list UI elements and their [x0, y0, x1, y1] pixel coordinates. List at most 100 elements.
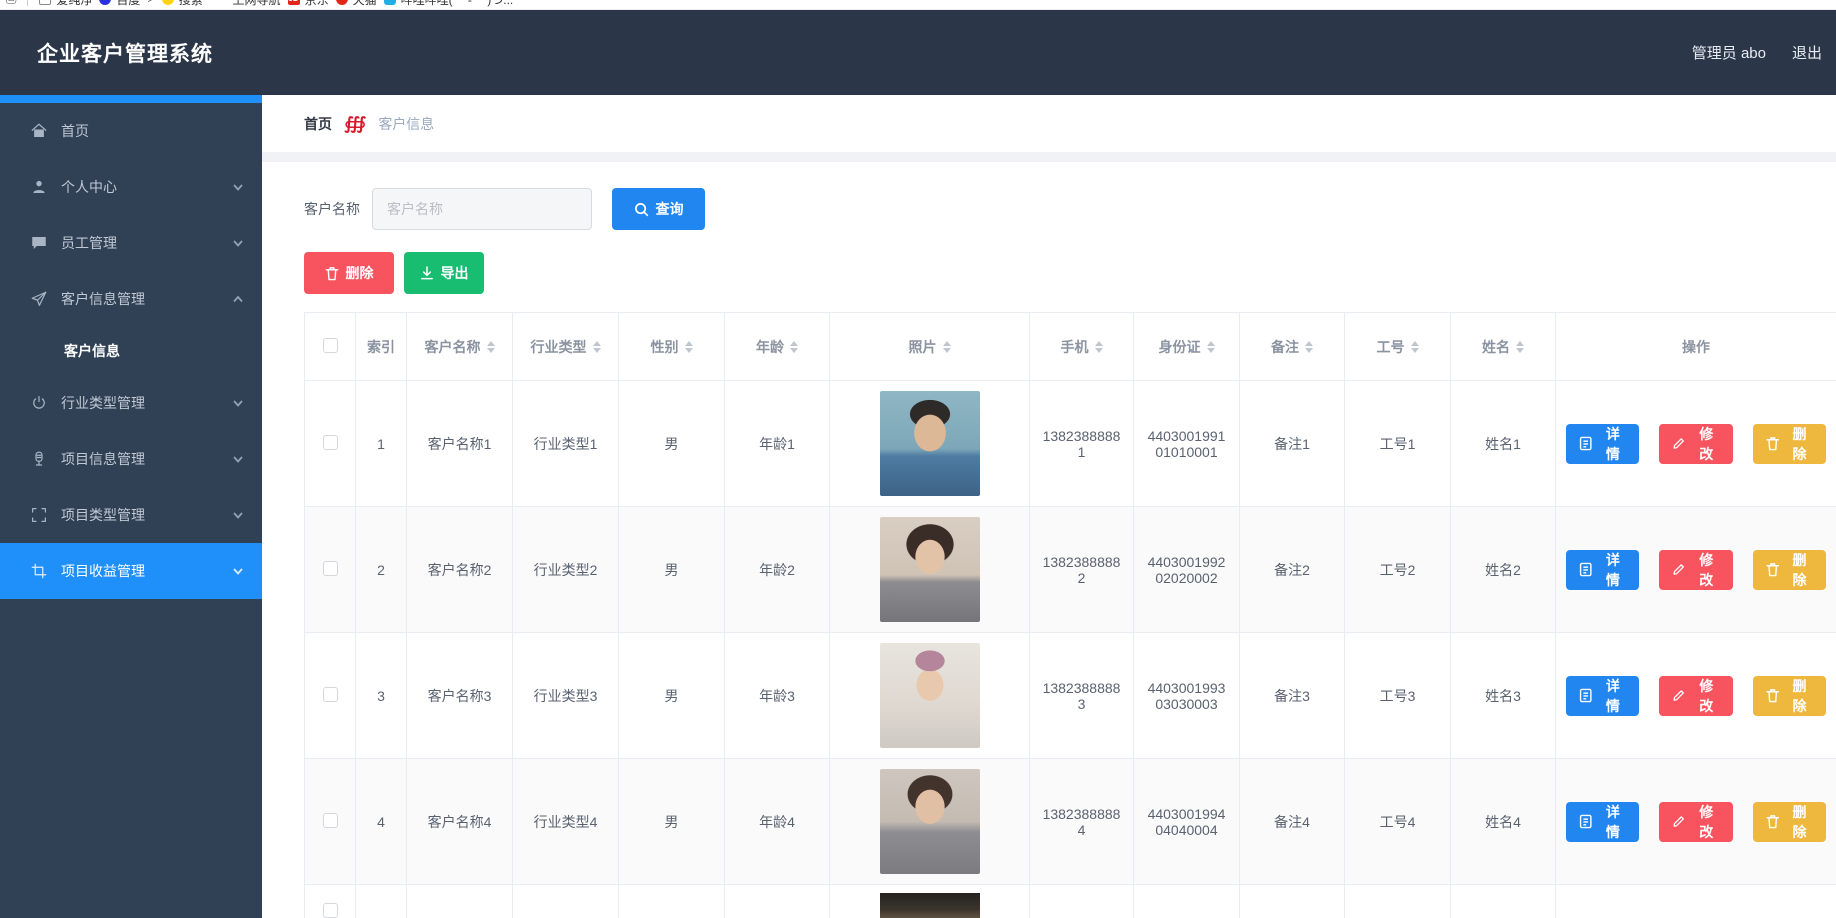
column-header-phone[interactable]: 手机	[1030, 313, 1134, 381]
detail-button[interactable]: 详情	[1566, 802, 1639, 842]
bilibili-icon	[384, 0, 396, 5]
sort-icon	[943, 341, 951, 353]
detail-button[interactable]: 详情	[1566, 550, 1639, 590]
chevron-up-icon	[232, 293, 244, 305]
sidebar-item-employees[interactable]: 员工管理	[0, 215, 262, 271]
column-header-remark[interactable]: 备注	[1240, 313, 1345, 381]
customer-photo	[880, 769, 980, 874]
cell-remark: 备注1	[1240, 381, 1345, 507]
delete-button[interactable]: 删除	[1753, 550, 1826, 590]
delete-button[interactable]: 删除	[1753, 802, 1826, 842]
edit-button[interactable]: 修改	[1659, 676, 1732, 716]
delete-button[interactable]: 删除	[1753, 424, 1826, 464]
query-button[interactable]: 查询	[612, 188, 705, 230]
cell-phone: 13823888883	[1030, 633, 1134, 759]
bookmark-item[interactable]: 搜索	[162, 0, 203, 8]
current-user[interactable]: 管理员 abo	[1692, 42, 1766, 63]
browser-bookmarks-bar: ⎙ 爱纯净 百度 ᐳ 搜索 2345上网导航 JD京东 天猫 哔哩哔哩( ゜- …	[0, 0, 1836, 10]
sidebar-item-customer-mgmt[interactable]: 客户信息管理	[0, 271, 262, 327]
edit-button[interactable]: 修改	[1659, 550, 1732, 590]
sidebar-item-label: 客户信息管理	[61, 289, 145, 309]
row-checkbox[interactable]	[323, 687, 338, 702]
table-row	[305, 885, 1836, 918]
customer-name-input[interactable]	[372, 188, 592, 230]
cell-customer-name: 客户名称4	[407, 759, 513, 885]
edit-button[interactable]: 修改	[1659, 802, 1732, 842]
search-icon	[634, 202, 649, 217]
bookmark-item[interactable]: ᐳ	[147, 0, 154, 5]
select-all-checkbox[interactable]	[323, 338, 338, 353]
sidebar-item-label: 首页	[61, 121, 89, 141]
trash-icon	[1766, 436, 1779, 451]
send-icon	[30, 290, 48, 308]
bookmark-item[interactable]: 天猫	[336, 0, 377, 8]
row-checkbox[interactable]	[323, 813, 338, 828]
sort-icon	[1095, 341, 1103, 353]
app-title: 企业客户管理系统	[37, 38, 213, 68]
chevron-down-icon	[232, 509, 244, 521]
column-header-name[interactable]: 姓名	[1451, 313, 1556, 381]
row-checkbox[interactable]	[323, 903, 338, 918]
bookmark-item[interactable]: JD京东	[288, 0, 329, 8]
table-row: 1 客户名称1 行业类型1 男 年龄1 13823888881 44030019…	[305, 381, 1836, 507]
bookmark-item[interactable]: 2345上网导航	[210, 0, 281, 8]
edit-button[interactable]: 修改	[1659, 424, 1732, 464]
cell-customer-name: 客户名称2	[407, 507, 513, 633]
sidebar-subitem-customer-info[interactable]: 客户信息	[0, 327, 262, 375]
sidebar-item-project-type[interactable]: 项目类型管理	[0, 487, 262, 543]
cell-industry: 行业类型3	[513, 633, 619, 759]
sidebar-item-project-revenue[interactable]: 项目收益管理	[0, 543, 262, 599]
printer-icon[interactable]: ⎙	[6, 0, 16, 7]
cell-idcard: 440300199202020002	[1134, 507, 1240, 633]
customer-photo	[880, 893, 980, 918]
cell-index: 4	[356, 759, 407, 885]
bookmark-label: 爱纯净	[56, 0, 92, 8]
jd-icon: JD	[288, 0, 300, 5]
row-checkbox[interactable]	[323, 561, 338, 576]
bookmark-item[interactable]: 百度	[99, 0, 140, 8]
delete-button[interactable]: 删除	[1753, 676, 1826, 716]
pencil-icon	[1672, 814, 1685, 829]
breadcrumb: 首页 ∰ 客户信息	[262, 95, 1836, 152]
customer-photo	[880, 517, 980, 622]
bookmark-item[interactable]: 哔哩哔哩( ゜- ゜)つ...	[384, 0, 514, 8]
sidebar-item-profile[interactable]: 个人中心	[0, 159, 262, 215]
breadcrumb-separator-icon: ∰	[344, 114, 366, 134]
column-header-jobno[interactable]: 工号	[1345, 313, 1451, 381]
cell-jobno: 工号4	[1345, 759, 1451, 885]
sidebar-item-home[interactable]: 首页	[0, 103, 262, 159]
cell-gender: 男	[619, 381, 725, 507]
cell-gender: 男	[619, 759, 725, 885]
document-icon	[1579, 436, 1592, 451]
bulk-delete-button[interactable]: 删除	[304, 252, 394, 294]
breadcrumb-current: 客户信息	[378, 114, 434, 134]
cell-name: 姓名1	[1451, 381, 1556, 507]
sidebar-item-industry-type[interactable]: 行业类型管理	[0, 375, 262, 431]
column-header-customer-name[interactable]: 客户名称	[407, 313, 513, 381]
chevron-down-icon	[232, 237, 244, 249]
caret-icon: ᐳ	[147, 0, 154, 5]
column-header-age[interactable]: 年龄	[725, 313, 830, 381]
divider	[27, 0, 28, 6]
column-header-photo[interactable]: 照片	[830, 313, 1030, 381]
bookmark-label: 百度	[116, 0, 140, 8]
select-all-cell	[305, 313, 356, 381]
detail-button[interactable]: 详情	[1566, 676, 1639, 716]
cell-industry: 行业类型2	[513, 507, 619, 633]
breadcrumb-home[interactable]: 首页	[304, 114, 332, 134]
sidebar-item-label: 项目类型管理	[61, 505, 145, 525]
document-icon	[1579, 688, 1592, 703]
cell-customer-name: 客户名称1	[407, 381, 513, 507]
column-header-actions: 操作	[1556, 313, 1836, 381]
logout-link[interactable]: 退出	[1792, 42, 1822, 63]
column-header-gender[interactable]: 性别	[619, 313, 725, 381]
column-header-industry[interactable]: 行业类型	[513, 313, 619, 381]
column-header-idcard[interactable]: 身份证	[1134, 313, 1240, 381]
detail-button[interactable]: 详情	[1566, 424, 1639, 464]
sidebar-item-label: 项目信息管理	[61, 449, 145, 469]
export-button[interactable]: 导出	[404, 252, 484, 294]
sidebar-item-project-info[interactable]: 项目信息管理	[0, 431, 262, 487]
row-checkbox[interactable]	[323, 435, 338, 450]
bookmark-item[interactable]: 爱纯净	[39, 0, 92, 8]
app-header: 企业客户管理系统 管理员 abo 退出	[0, 10, 1836, 95]
